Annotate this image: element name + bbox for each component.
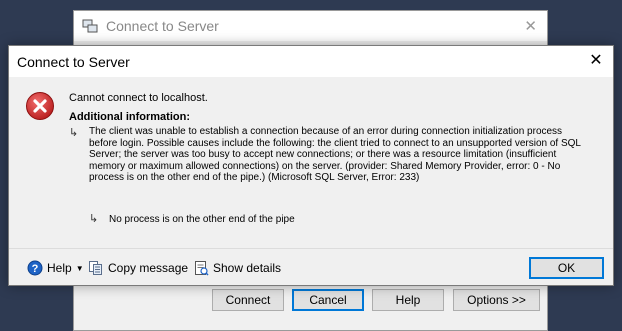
error-dialog: Connect to Server ✕ Cannot connect to lo… — [8, 45, 614, 286]
connect-button[interactable]: Connect — [212, 289, 284, 311]
main-error-message: Cannot connect to localhost. — [69, 92, 208, 104]
details-icon — [195, 261, 209, 276]
copy-icon — [89, 261, 102, 275]
cancel-button[interactable]: Cancel — [292, 289, 364, 311]
error-icon — [26, 92, 54, 120]
detail-message: The client was unable to establish a con… — [89, 126, 581, 183]
show-details-button[interactable]: Show details — [193, 260, 281, 276]
tree-arrow-icon: ↳ — [89, 213, 99, 225]
help-button[interactable]: Help — [372, 289, 444, 311]
svg-text:?: ? — [32, 263, 39, 275]
background-close-icon[interactable]: ✕ — [524, 17, 537, 35]
copy-message-label: Copy message — [108, 261, 189, 275]
copy-message-button[interactable]: Copy message — [88, 260, 188, 276]
options-button[interactable]: Options >> — [453, 289, 540, 311]
chevron-down-icon: ▼ — [75, 263, 84, 273]
tree-arrow-icon: ↳ — [69, 127, 79, 139]
additional-info-label: Additional information: — [69, 111, 190, 123]
close-icon[interactable]: ✕ — [585, 50, 607, 72]
server-connect-icon — [82, 19, 98, 33]
help-icon: ? — [27, 260, 43, 276]
inner-error-message: No process is on the other end of the pi… — [109, 214, 295, 225]
dialog-titlebar: Connect to Server ✕ — [9, 46, 613, 77]
dialog-content: Cannot connect to localhost. Additional … — [9, 77, 613, 251]
ok-button[interactable]: OK — [529, 257, 604, 279]
dialog-title: Connect to Server — [17, 53, 130, 70]
help-label: Help — [47, 261, 72, 275]
dialog-footer: ? Help ▼ Copy message Show details OK — [9, 248, 613, 285]
help-menu-button[interactable]: ? Help ▼ — [27, 260, 84, 276]
show-details-label: Show details — [213, 261, 282, 275]
background-window-title: Connect to Server — [106, 18, 219, 34]
background-titlebar: Connect to Server ✕ — [74, 11, 547, 41]
